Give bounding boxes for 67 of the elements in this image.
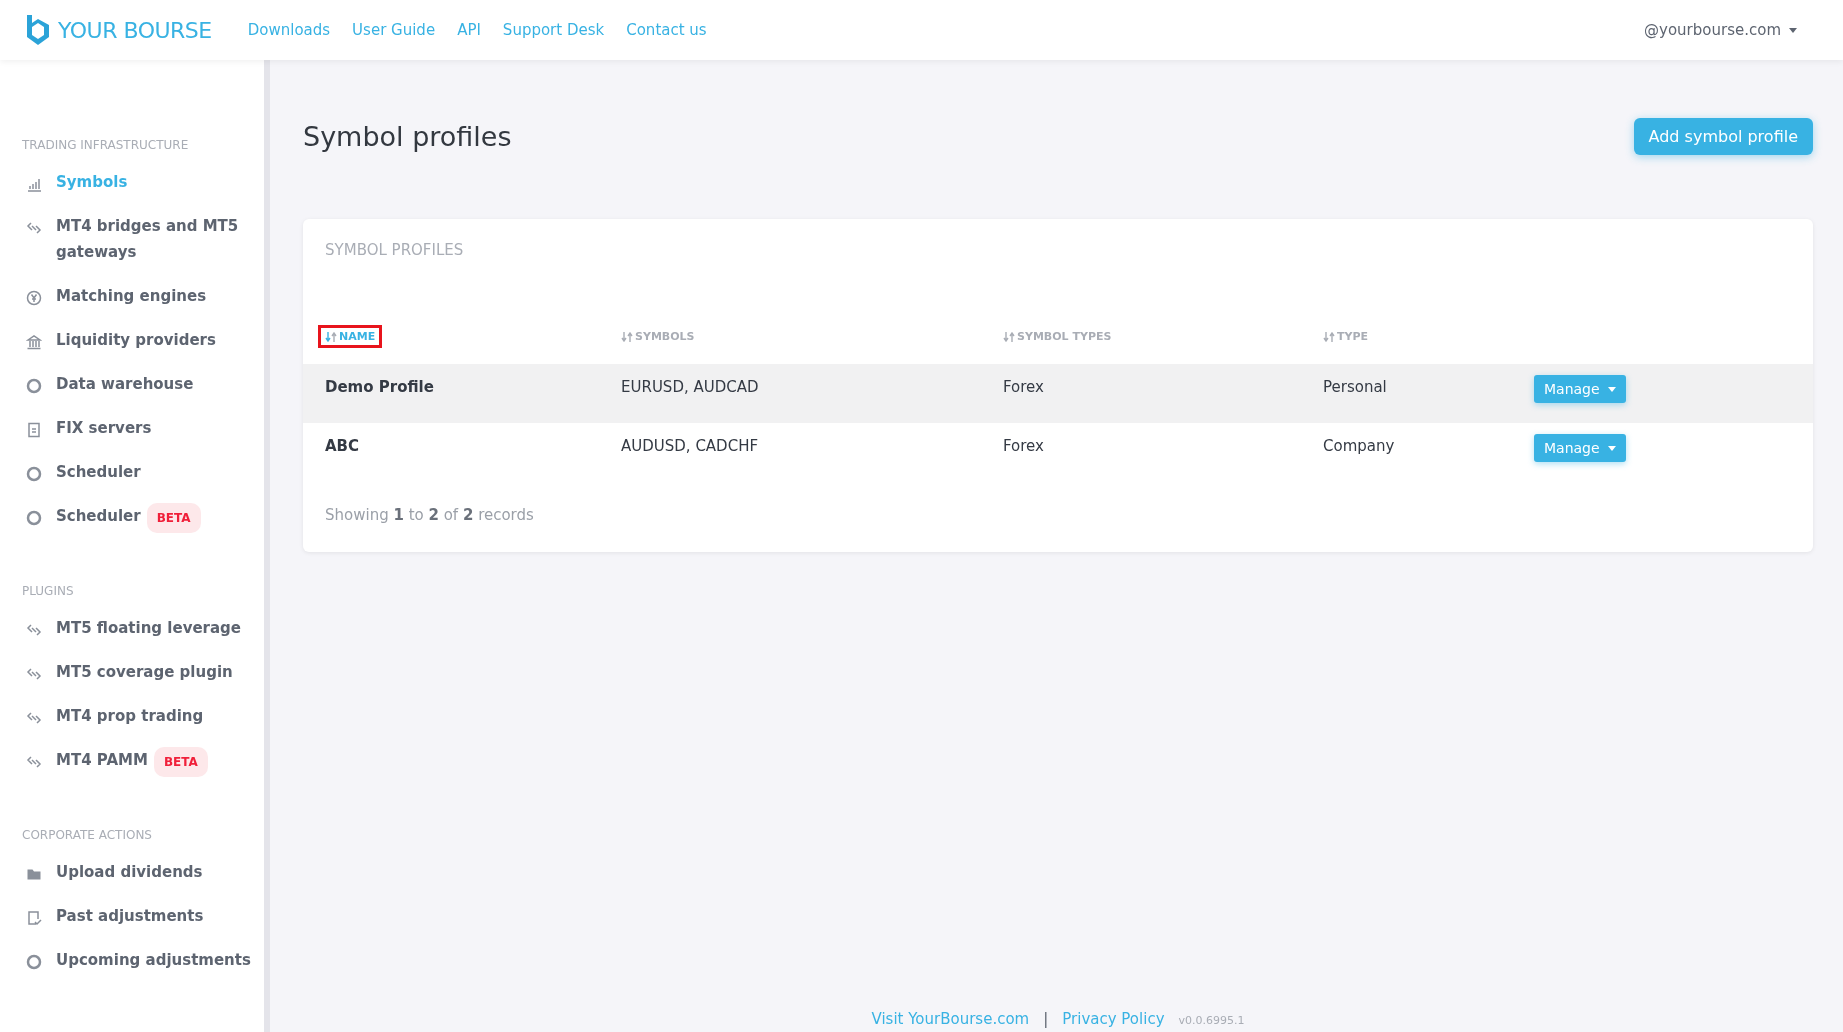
- sidebar-item[interactable]: Matching engines: [22, 274, 264, 318]
- sidebar-item-label: MT5 coverage plugin: [56, 662, 233, 683]
- sidebar-item[interactable]: MT5 floating leverage: [22, 606, 264, 650]
- checked-document-icon: [26, 910, 42, 926]
- bank-icon: [26, 334, 42, 350]
- beta-badge: BETA: [153, 747, 208, 777]
- page-title: Symbol profiles: [303, 121, 512, 152]
- sidebar-item-label: Upload dividends: [56, 862, 203, 883]
- section-title: PLUGINS: [22, 584, 75, 598]
- sidebar-item-label: Data warehouse: [56, 374, 194, 395]
- sidebar-item[interactable]: Past adjustments: [22, 894, 264, 938]
- sidebar-item[interactable]: MT4 prop trading: [22, 694, 264, 738]
- link-icon: [26, 710, 42, 726]
- link-icon: [26, 754, 42, 770]
- section-title: CORPORATE ACTIONS: [22, 828, 153, 842]
- logo-icon: [24, 13, 52, 47]
- logo-text: YOUR BOURSE: [58, 17, 212, 43]
- link-icon: [26, 622, 42, 638]
- account-menu[interactable]: @yourbourse.com: [1638, 20, 1803, 40]
- link-icon: [26, 666, 42, 682]
- table-cell: Forex: [981, 364, 1301, 423]
- sort-arrows-icon: [621, 331, 633, 342]
- sidebar-item-label: Past adjustments: [56, 906, 204, 927]
- caret-icon: [1607, 445, 1616, 451]
- sort-arrows-icon: [1003, 331, 1015, 342]
- sidebar-item[interactable]: Upload dividends: [22, 850, 264, 894]
- document-icon: [26, 422, 42, 438]
- sidebar-item[interactable]: Liquidity providers: [22, 318, 264, 362]
- table-cell: EURUSD, AUDCAD: [599, 364, 981, 423]
- sidebar-item[interactable]: Scheduler BETA: [22, 494, 264, 542]
- sidebar-item-label: MT4 PAMM: [56, 750, 148, 771]
- sidebar-item-label: Liquidity providers: [56, 330, 216, 351]
- caret-icon: [1607, 386, 1616, 392]
- sidebar-item-label: MT4 prop trading: [56, 706, 204, 727]
- separator: |: [1043, 1010, 1049, 1028]
- sort-arrows-icon: [325, 331, 337, 342]
- circle-icon: [26, 510, 42, 526]
- sidebar-item[interactable]: MT4 PAMM BETA: [22, 738, 264, 786]
- table-cell: Demo Profile: [303, 364, 599, 423]
- circle-icon: [26, 954, 42, 970]
- bar-chart-icon: [26, 176, 42, 192]
- sidebar-item-label: Upcoming adjustments: [56, 950, 251, 971]
- sidebar-item[interactable]: Data warehouse: [22, 362, 264, 406]
- card-title: SYMBOL PROFILES: [324, 241, 465, 259]
- sidebar-item[interactable]: MT5 coverage plugin: [22, 650, 264, 694]
- version-text: v0.0.6995.1: [1178, 1014, 1245, 1027]
- table-cell: Personal: [1301, 364, 1512, 423]
- sidebar-item[interactable]: Scheduler: [22, 450, 264, 494]
- yen-coin-icon: [26, 290, 42, 306]
- sidebar-item-label: FIX servers: [56, 418, 152, 439]
- sidebar-item-label: Symbols: [56, 172, 128, 193]
- section-title: TRADING INFRASTRUCTURE: [22, 138, 190, 152]
- sidebar-item-label: Scheduler: [56, 462, 141, 483]
- caret-icon: [1789, 27, 1797, 33]
- sidebar-item[interactable]: MT4 bridges and MT5 gateways: [22, 204, 264, 274]
- sidebar-item-label: MT5 floating leverage: [56, 618, 241, 639]
- sidebar-item-label: Matching engines: [56, 286, 207, 307]
- sidebar-item-label: Scheduler: [56, 506, 141, 527]
- circle-icon: [26, 466, 42, 482]
- link-icon: [26, 220, 42, 236]
- sidebar-item[interactable]: Upcoming adjustments: [22, 938, 264, 982]
- circle-icon: [26, 378, 42, 394]
- sort-arrows-icon: [1323, 331, 1335, 342]
- sidebar-item-label: MT4 bridges and MT5 gateways: [56, 216, 240, 263]
- beta-badge: BETA: [146, 503, 201, 533]
- sidebar-item[interactable]: FIX servers: [22, 406, 264, 450]
- records-summary: Showing 1 to 2 of 2 records: [324, 505, 535, 524]
